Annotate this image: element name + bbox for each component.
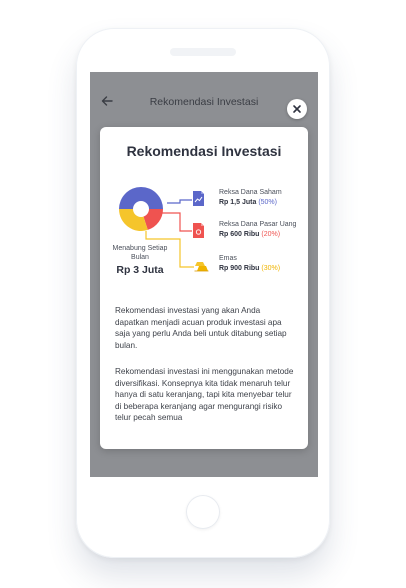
close-icon xyxy=(293,105,301,113)
phone-speaker xyxy=(170,48,236,56)
document-chart-icon xyxy=(193,191,204,206)
item-amount-pasar-uang: Rp 600 Ribu xyxy=(219,231,260,238)
item-percent-saham: (50%) xyxy=(258,199,277,206)
close-modal-button[interactable] xyxy=(287,99,307,119)
item-name-emas: Emas xyxy=(219,255,237,262)
appbar-title: Rekomendasi Investasi xyxy=(149,96,259,108)
gold-bar-icon xyxy=(194,262,209,272)
connector-line-saham xyxy=(167,199,192,204)
description-paragraph-1: Rekomendasi investasi yang akan Anda dap… xyxy=(115,306,287,350)
connector-line-pasar-uang xyxy=(160,212,192,232)
item-amount-emas: Rp 900 Ribu xyxy=(219,265,260,272)
item-value-emas: Rp 900 Ribu (30%) xyxy=(219,265,280,272)
item-percent-pasar-uang: (20%) xyxy=(261,231,281,238)
item-percent-emas: (30%) xyxy=(261,265,281,272)
monthly-saving-label: Menabung Setiap Bulan xyxy=(112,245,168,261)
item-value-saham: Rp 1,5 Juta (50%) xyxy=(219,199,277,206)
description-paragraph-2: Rekomendasi investasi ini menggunakan me… xyxy=(115,367,294,422)
home-button[interactable] xyxy=(186,495,220,529)
allocation-donut-chart xyxy=(119,187,163,231)
recommendation-modal: Rekomendasi Investasi Menabung Setiap Bu… xyxy=(100,127,308,449)
item-name-saham: Reksa Dana Saham xyxy=(219,189,282,196)
app-bar: Rekomendasi Investasi xyxy=(90,72,318,134)
monthly-saving-amount: Rp 3 Juta xyxy=(116,264,164,276)
item-name-pasar-uang: Reksa Dana Pasar Uang xyxy=(219,221,297,228)
document-money-icon xyxy=(193,223,204,238)
item-amount-saham: Rp 1,5 Juta xyxy=(219,199,257,206)
item-value-pasar-uang: Rp 600 Ribu (20%) xyxy=(219,231,280,238)
